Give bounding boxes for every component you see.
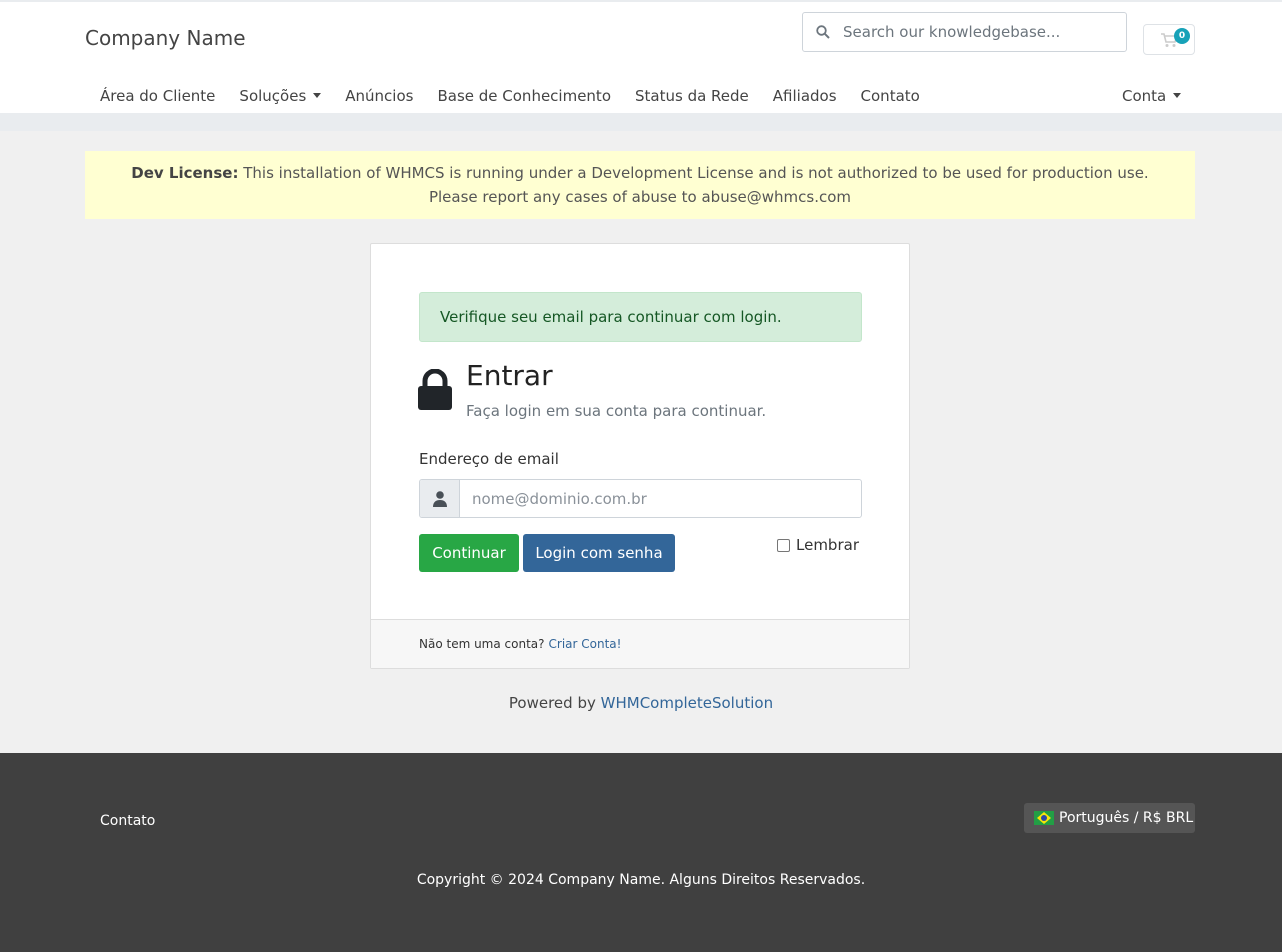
verify-email-alert: Verifique seu email para continuar com l… xyxy=(419,292,862,342)
nav-label: Base de Conhecimento xyxy=(437,86,611,105)
nav-item-network-status[interactable]: Status da Rede xyxy=(623,82,761,109)
page-title: Entrar xyxy=(466,359,553,392)
caret-down-icon xyxy=(313,93,322,98)
search-input[interactable] xyxy=(843,23,1113,41)
nav-item-contact[interactable]: Contato xyxy=(849,82,932,109)
account-label: Conta xyxy=(1122,86,1167,105)
dev-license-notice: Dev License: This installation of WHMCS … xyxy=(85,151,1195,219)
breadcrumb-bar xyxy=(0,113,1282,131)
main-nav: Área do Cliente Soluções Anúncios Base d… xyxy=(88,82,932,109)
email-label: Endereço de email xyxy=(419,450,559,468)
nav-item-client-area[interactable]: Área do Cliente xyxy=(88,82,227,109)
dev-license-label: Dev License: xyxy=(131,164,239,182)
remember-me[interactable]: Lembrar xyxy=(777,536,859,554)
email-input-group xyxy=(419,479,862,518)
remember-label: Lembrar xyxy=(796,536,859,554)
nav-item-announcements[interactable]: Anúncios xyxy=(333,82,425,109)
header: Company Name 0 Área do Cliente Soluções … xyxy=(0,0,1282,113)
copyright: Copyright © 2024 Company Name. Alguns Di… xyxy=(416,872,866,888)
cart-count-badge: 0 xyxy=(1174,28,1190,44)
language-label: Português / R$ BRL xyxy=(1059,810,1194,826)
create-account-link[interactable]: Criar Conta! xyxy=(549,637,622,651)
dev-license-line2: Please report any cases of abuse to abus… xyxy=(428,188,852,206)
footer: Contato Português / R$ BRL Copyright © 2… xyxy=(0,753,1282,952)
nav-label: Área do Cliente xyxy=(100,86,216,105)
no-account-text: Não tem uma conta? xyxy=(419,637,545,651)
cart-button[interactable]: 0 xyxy=(1143,24,1195,55)
page-subtitle: Faça login em sua conta para continuar. xyxy=(466,402,767,420)
nav-item-knowledgebase[interactable]: Base de Conhecimento xyxy=(425,82,623,109)
language-selector[interactable]: Português / R$ BRL xyxy=(1024,803,1195,833)
nav-label: Afiliados xyxy=(772,86,837,105)
continue-button[interactable]: Continuar xyxy=(419,534,519,572)
nav-label: Soluções xyxy=(239,86,307,105)
search-icon xyxy=(803,25,843,39)
nav-label: Status da Rede xyxy=(635,86,749,105)
remember-checkbox[interactable] xyxy=(777,538,790,552)
login-with-password-button[interactable]: Login com senha xyxy=(523,534,675,572)
card-footer: Não tem uma conta? Criar Conta! xyxy=(371,619,909,668)
search-box[interactable] xyxy=(802,12,1127,52)
caret-down-icon xyxy=(1173,93,1182,98)
powered-by: Powered by WHMCompleteSolution xyxy=(0,694,1282,712)
lock-icon xyxy=(417,368,453,415)
footer-contact-link[interactable]: Contato xyxy=(100,813,155,829)
user-icon xyxy=(420,480,460,517)
nav-item-solutions[interactable]: Soluções xyxy=(227,82,333,109)
nav-label: Contato xyxy=(860,86,920,105)
powered-by-text: Powered by xyxy=(508,694,596,712)
brand-logo[interactable]: Company Name xyxy=(85,26,246,50)
login-card: Verifique seu email para continuar com l… xyxy=(370,243,910,669)
nav-label: Anúncios xyxy=(345,86,414,105)
dev-license-text: This installation of WHMCS is running un… xyxy=(243,164,1149,182)
email-field[interactable] xyxy=(460,480,860,517)
dev-license-line1: Dev License: This installation of WHMCS … xyxy=(85,161,1195,185)
nav-item-affiliates[interactable]: Afiliados xyxy=(761,82,849,109)
brazil-flag-icon xyxy=(1034,811,1054,825)
account-menu[interactable]: Conta xyxy=(1110,82,1193,109)
whmcs-link[interactable]: WHMCompleteSolution xyxy=(601,694,773,712)
